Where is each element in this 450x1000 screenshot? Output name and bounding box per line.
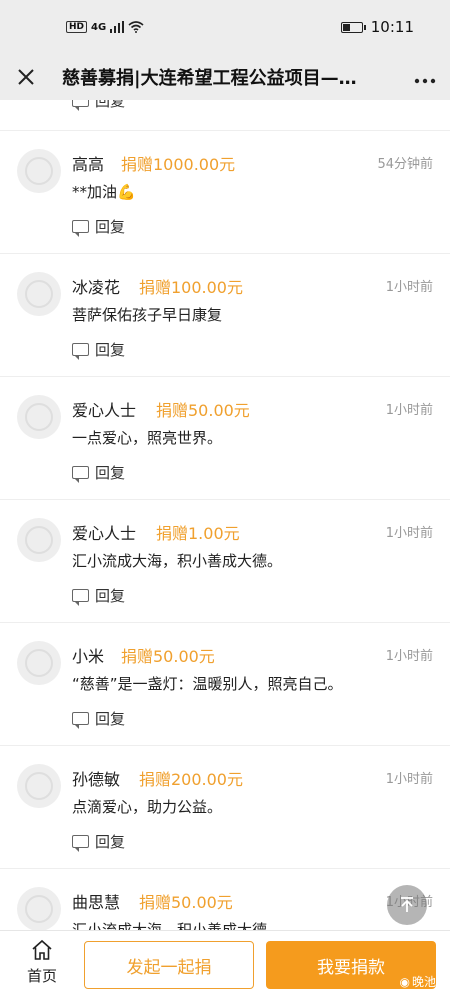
close-icon[interactable]: [14, 65, 38, 89]
comment-icon: [72, 466, 89, 483]
donor-name: 孙德敏: [72, 770, 121, 789]
comment-list[interactable]: 回复 高高 捐赠1000.00元 54分钟前 **加油💪 回复 冰凌花 捐赠10…: [0, 100, 450, 930]
list-item: 爱心人士 捐赠1.00元 1小时前 汇小流成大海，积小善成大德。 回复: [0, 499, 450, 622]
avatar[interactable]: [17, 395, 61, 439]
reply-button[interactable]: 回复: [72, 462, 125, 483]
timestamp: 1小时前: [385, 649, 433, 664]
comment-icon: [72, 100, 89, 111]
list-item: 爱心人士 捐赠50.00元 1小时前 一点爱心，照亮世界。 回复: [0, 376, 450, 499]
comment-text: 汇小流成大海，积小善成大德。: [72, 921, 283, 930]
signal-icon: [110, 21, 125, 33]
comment-icon: [72, 712, 89, 729]
reply-label: 回复: [95, 464, 126, 482]
timestamp: 1小时前: [385, 403, 433, 418]
comment-text: 一点爱心，照亮世界。: [72, 429, 223, 447]
donation-amount: 捐赠100.00元: [139, 278, 243, 297]
comment-text: 点滴爱心，助力公益。: [72, 798, 223, 816]
nav-bar: 慈善募捐|大连希望工程公益项目—…: [0, 54, 450, 100]
bottom-action-bar: 首页 发起一起捐 我要捐款 ◉ 晚池: [0, 930, 450, 1000]
watermark: ◉ 晚池: [400, 973, 437, 990]
wifi-icon: [128, 21, 144, 33]
list-item: 冰凌花 捐赠100.00元 1小时前 菩萨保佑孩子早日康复 回复: [0, 253, 450, 376]
status-right: 10:11: [340, 18, 414, 36]
home-label: 首页: [26, 967, 57, 985]
donation-amount: 捐赠50.00元: [139, 893, 233, 912]
home-icon: [32, 939, 52, 960]
timestamp: 1小时前: [385, 526, 433, 541]
comment-text: 菩萨保佑孩子早日康复: [72, 306, 223, 324]
watermark-label: 晚池: [411, 975, 436, 989]
reply-button[interactable]: 回复: [72, 831, 125, 852]
home-tab[interactable]: 首页: [20, 939, 64, 986]
list-item: 高高 捐赠1000.00元 54分钟前 **加油💪 回复: [0, 130, 450, 253]
donor-name: 曲思慧: [72, 893, 121, 912]
list-item: 小米 捐赠50.00元 1小时前 “慈善”是一盏灯：温暖别人，照亮自己。 回复: [0, 622, 450, 745]
scroll-to-top-button[interactable]: [387, 885, 427, 925]
network-label: 4G: [91, 21, 107, 33]
donate-label: 我要捐款: [317, 957, 385, 978]
timestamp: 54分钟前: [377, 157, 433, 172]
donation-amount: 捐赠1.00元: [156, 524, 240, 543]
donor-name: 冰凌花: [72, 278, 121, 297]
page-title: 慈善募捐|大连希望工程公益项目—…: [62, 68, 357, 89]
clock: 10:11: [370, 18, 414, 36]
timestamp: 1小时前: [385, 772, 433, 787]
comment-icon: [72, 220, 89, 237]
reply-button[interactable]: 回复: [72, 708, 125, 729]
avatar[interactable]: [17, 149, 61, 193]
avatar[interactable]: [17, 641, 61, 685]
battery-icon: [340, 21, 366, 33]
reply-label: 回复: [95, 587, 126, 605]
donation-amount: 捐赠50.00元: [121, 647, 215, 666]
donation-amount: 捐赠200.00元: [139, 770, 243, 789]
reply-label: 回复: [95, 341, 126, 359]
avatar[interactable]: [17, 887, 61, 930]
reply-label: 回复: [95, 218, 126, 236]
reply-button[interactable]: 回复: [72, 100, 125, 111]
comment-icon: [72, 835, 89, 852]
reply-label: 回复: [95, 710, 126, 728]
list-item: 曲思慧 捐赠50.00元 1小时前 汇小流成大海，积小善成大德。 回复: [0, 868, 450, 930]
list-item: 孙德敏 捐赠200.00元 1小时前 点滴爱心，助力公益。 回复: [0, 745, 450, 868]
wechat-icon: ◉: [399, 974, 410, 989]
start-group-donation-button[interactable]: 发起一起捐: [84, 941, 254, 989]
comment-text: “慈善”是一盏灯：温暖别人，照亮自己。: [72, 675, 343, 693]
donation-amount: 捐赠50.00元: [156, 401, 250, 420]
status-bar: HD 4G 10:11: [0, 0, 450, 54]
hd-badge: HD: [66, 21, 88, 33]
reply-button[interactable]: 回复: [72, 216, 125, 237]
comment-icon: [72, 343, 89, 360]
avatar[interactable]: [17, 518, 61, 562]
more-dots-icon[interactable]: [414, 65, 436, 90]
reply-label: 回复: [95, 833, 126, 851]
comment-text: 汇小流成大海，积小善成大德。: [72, 552, 283, 570]
donation-amount: 捐赠1000.00元: [121, 155, 236, 174]
timestamp: 1小时前: [385, 280, 433, 295]
comment-text: **加油💪: [72, 183, 136, 201]
avatar[interactable]: [17, 764, 61, 808]
comment-icon: [72, 589, 89, 606]
donor-name: 小米: [72, 647, 105, 666]
reply-button[interactable]: 回复: [72, 585, 125, 606]
donor-name: 爱心人士: [72, 524, 137, 543]
avatar[interactable]: [17, 272, 61, 316]
arrow-up-icon: [401, 897, 413, 912]
donor-name: 爱心人士: [72, 401, 137, 420]
status-indicators: HD 4G: [66, 21, 144, 33]
donor-name: 高高: [72, 155, 105, 174]
reply-button[interactable]: 回复: [72, 339, 125, 360]
reply-label: 回复: [95, 100, 126, 110]
